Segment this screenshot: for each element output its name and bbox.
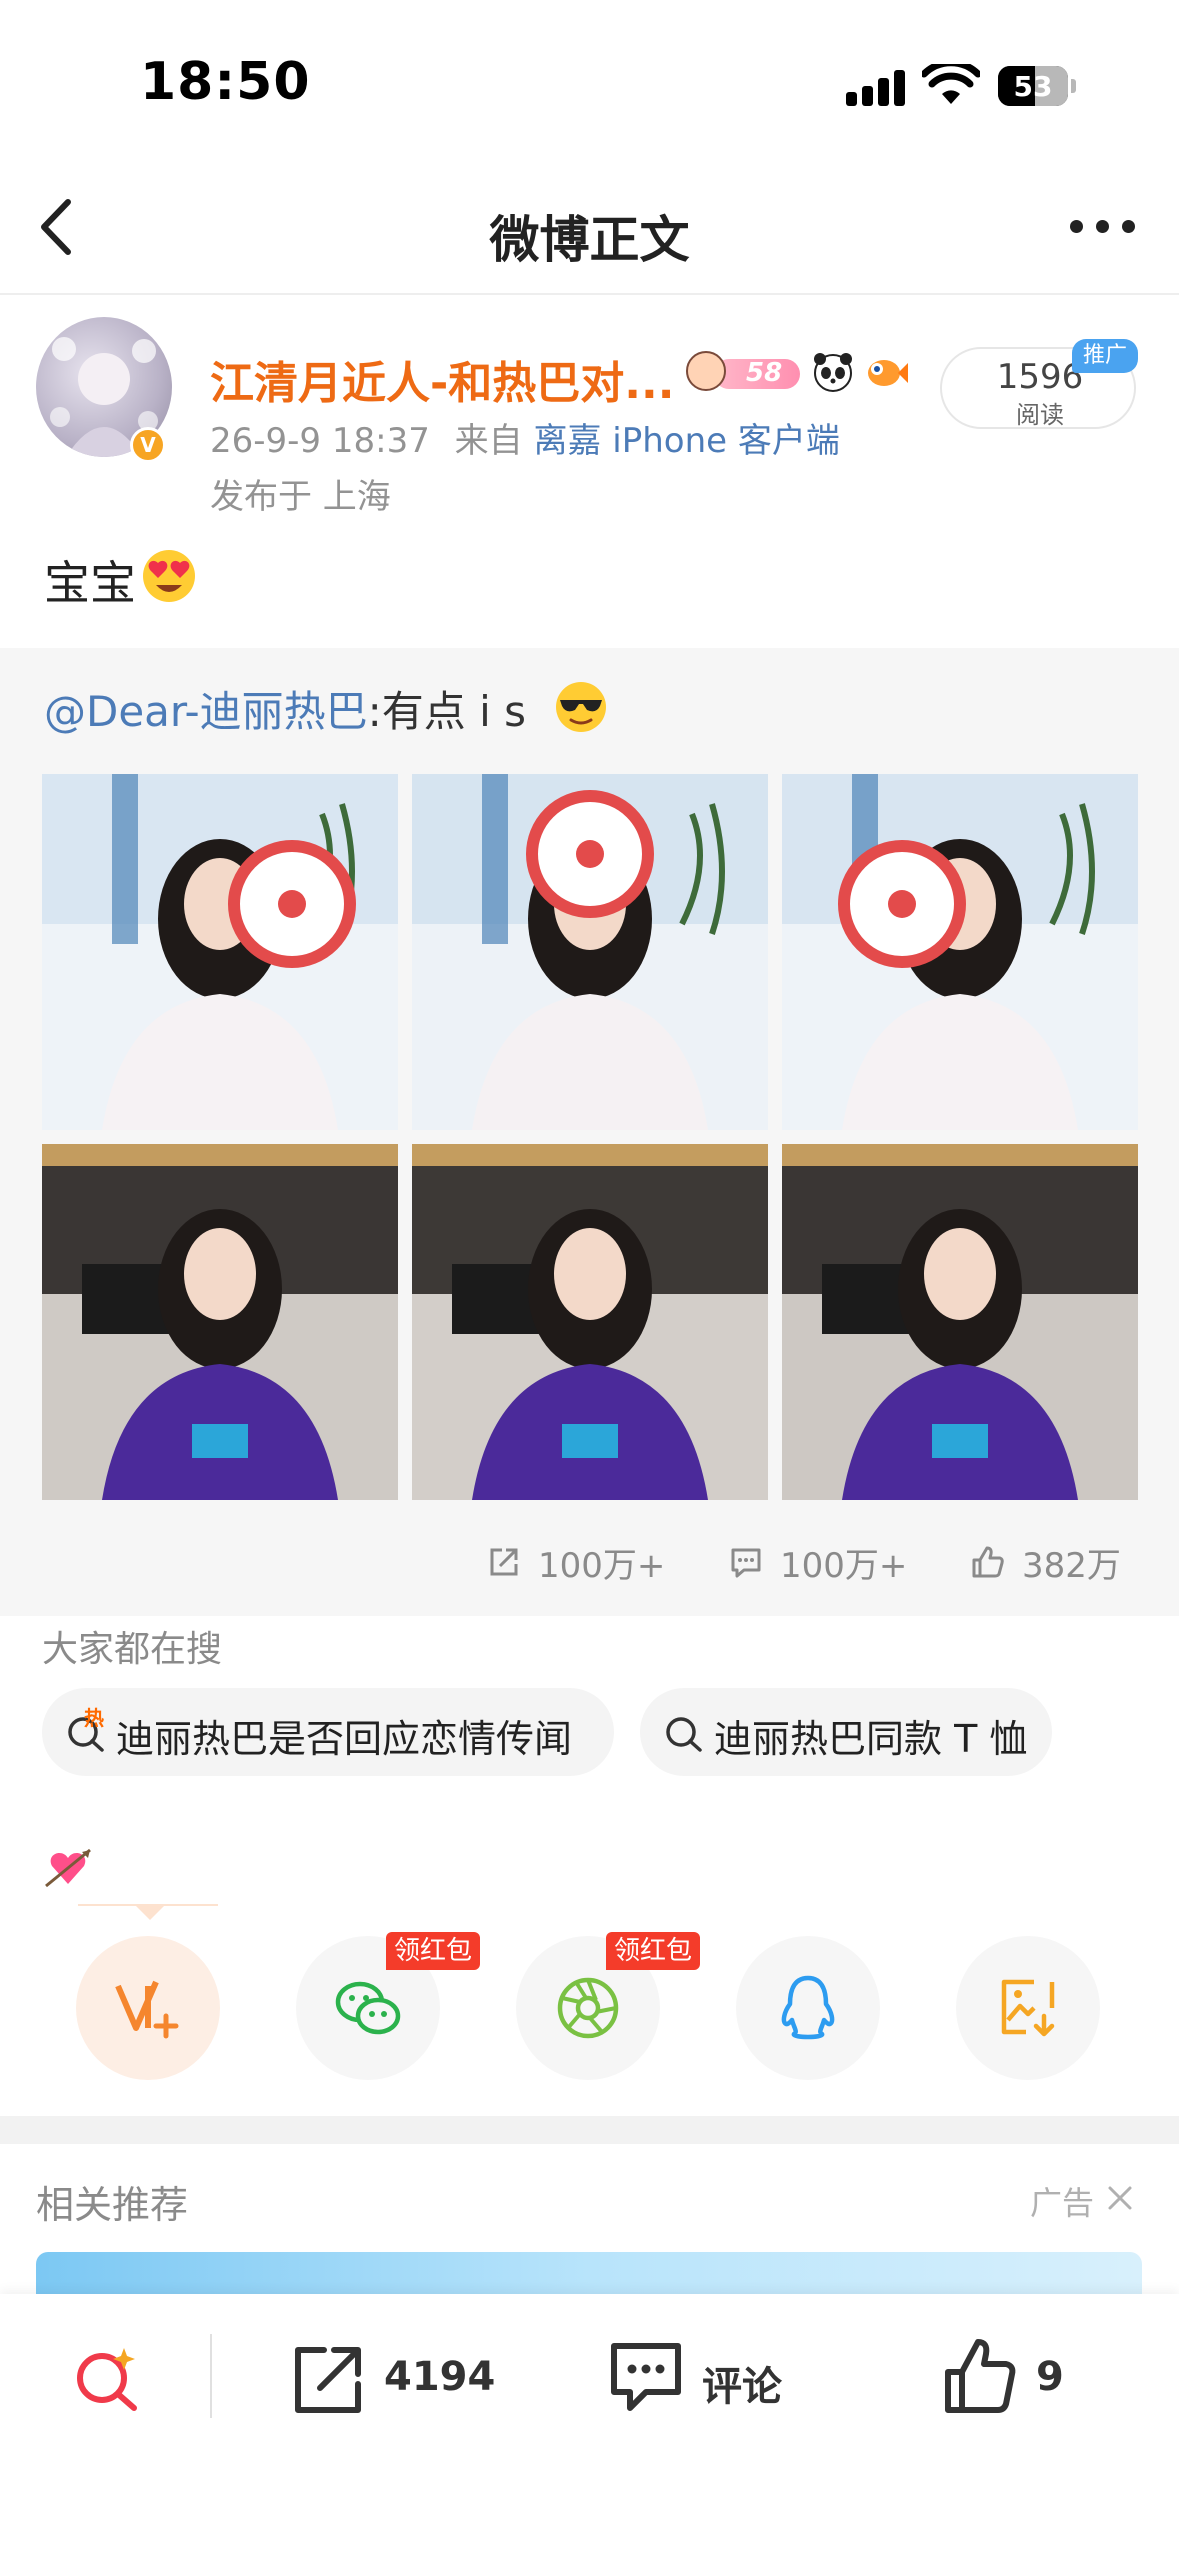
photo-4[interactable]: [42, 1144, 398, 1500]
photo-2[interactable]: [412, 774, 768, 1130]
like-stat-count: 382万: [1022, 1546, 1121, 1586]
thumbs-up-icon: [972, 1546, 1004, 1578]
fan-follow-icon: [115, 1980, 179, 2039]
thumbs-up-icon: [945, 2339, 1016, 2413]
post-date: 26-9-9 18:37: [210, 421, 430, 461]
repost-body: :有点 i s: [367, 687, 527, 736]
from-prefix: 来自: [454, 421, 523, 461]
repost-icon: [295, 2347, 361, 2413]
username[interactable]: 江清月近人-和热巴对...: [210, 347, 674, 411]
promote-tag[interactable]: 推广: [1072, 339, 1138, 373]
reposted-content[interactable]: @Dear-迪丽热巴:有点 i s 100万+ 100万+ 382万: [0, 648, 1179, 1616]
mention-link[interactable]: @Dear-迪丽热巴: [44, 687, 368, 736]
comment-stat-count: 100万+: [780, 1546, 908, 1586]
photo-3[interactable]: [782, 774, 1138, 1130]
comment-icon: [611, 2343, 681, 2411]
trending-search-heading: 大家都在搜: [42, 1629, 223, 1670]
photo-6[interactable]: [782, 1144, 1138, 1500]
search-icon: [666, 1717, 702, 1752]
qq-share-button[interactable]: [736, 1936, 880, 2080]
photo-1[interactable]: [42, 774, 398, 1130]
post-text: 宝宝: [44, 556, 136, 610]
status-time: 18:50: [140, 52, 311, 112]
heart-arrow-icon: [45, 1848, 91, 1888]
search-chip-label: 迪丽热巴是否回应恋情传闻: [116, 1717, 573, 1761]
save-image-icon: [1001, 1979, 1055, 2037]
search-chip[interactable]: 热 迪丽热巴是否回应恋情传闻: [42, 1688, 614, 1776]
wifi-icon: [922, 64, 980, 104]
recommend-title: 相关推荐: [36, 2183, 189, 2227]
search-chip[interactable]: 迪丽热巴同款 T 恤: [640, 1688, 1052, 1776]
bottom-action-bar: 4194 评论 9: [0, 2294, 1179, 2556]
like-button[interactable]: 9: [940, 2334, 1100, 2418]
repost-button[interactable]: 4194: [288, 2334, 508, 2418]
comment-label: 评论: [702, 2364, 782, 2410]
client-link[interactable]: 离嘉 iPhone 客户端: [533, 421, 839, 461]
recommend-section: 相关推荐 广告: [0, 2144, 1179, 2312]
wechat-icon: [335, 1981, 401, 2035]
tooltip-pointer: [134, 1904, 166, 1920]
read-label: 阅读: [1016, 401, 1064, 429]
repost-stat-count: 100万+: [538, 1546, 666, 1586]
panda-badge-icon: [814, 353, 852, 392]
red-packet-tag[interactable]: 领红包: [606, 1932, 701, 1970]
post-meta: 26-9-9 18:37 来自 离嘉 iPhone 客户端: [210, 413, 840, 462]
bottom-bar-separator: [210, 2334, 212, 2418]
ad-label: 广告: [1030, 2184, 1095, 2222]
qq-icon: [781, 1975, 835, 2040]
fan-follow-button[interactable]: [76, 1936, 220, 2080]
post-header: V 江清月近人-和热巴对... 58 26-9-9 18:37 来自 离嘉 iP…: [0, 297, 1179, 647]
moments-icon: [557, 1977, 619, 2039]
battery-percent: 53: [1013, 70, 1053, 103]
page-title: 微博正文: [489, 211, 690, 269]
repost-count: 4194: [384, 2354, 496, 2400]
verified-badge-icon: V: [130, 427, 166, 463]
like-count: 9: [1036, 2354, 1064, 2400]
hot-mark: 热: [84, 1706, 104, 1730]
repost-icon: [490, 1548, 518, 1576]
cellular-signal-icon: [846, 70, 906, 106]
sunglasses-emoji-icon: [556, 682, 606, 732]
section-divider: [0, 2116, 1179, 2144]
repost-text: @Dear-迪丽热巴:有点 i s: [44, 678, 526, 739]
save-image-button[interactable]: [956, 1936, 1100, 2080]
comment-button[interactable]: 评论: [606, 2334, 806, 2418]
more-options-icon[interactable]: [1068, 210, 1138, 240]
goldfish-badge-icon: [868, 360, 908, 386]
level-number: 58: [746, 358, 783, 388]
red-packet-tag[interactable]: 领红包: [386, 1932, 481, 1970]
comment-icon: [731, 1548, 761, 1578]
avatar-sticker-icon: [686, 351, 726, 391]
level-badge: 58: [686, 351, 802, 391]
nav-bar: 微博正文: [0, 160, 1179, 295]
repost-stats: 100万+ 100万+ 382万: [0, 1538, 1179, 1598]
heart-eyes-emoji-icon: [143, 550, 195, 602]
trending-search-section: 大家都在搜 热 迪丽热巴是否回应恋情传闻 迪丽热巴同款 T 恤 领红包 领红包: [0, 1616, 1179, 2116]
close-icon[interactable]: [1106, 2184, 1134, 2212]
status-bar: 18:50 53: [0, 0, 1179, 160]
photo-5[interactable]: [412, 1144, 768, 1500]
post-location: 发布于 上海: [210, 477, 391, 517]
ai-search-icon[interactable]: [68, 2338, 148, 2418]
battery-icon: 53: [998, 66, 1076, 106]
search-chip-label: 迪丽热巴同款 T 恤: [714, 1717, 1028, 1761]
